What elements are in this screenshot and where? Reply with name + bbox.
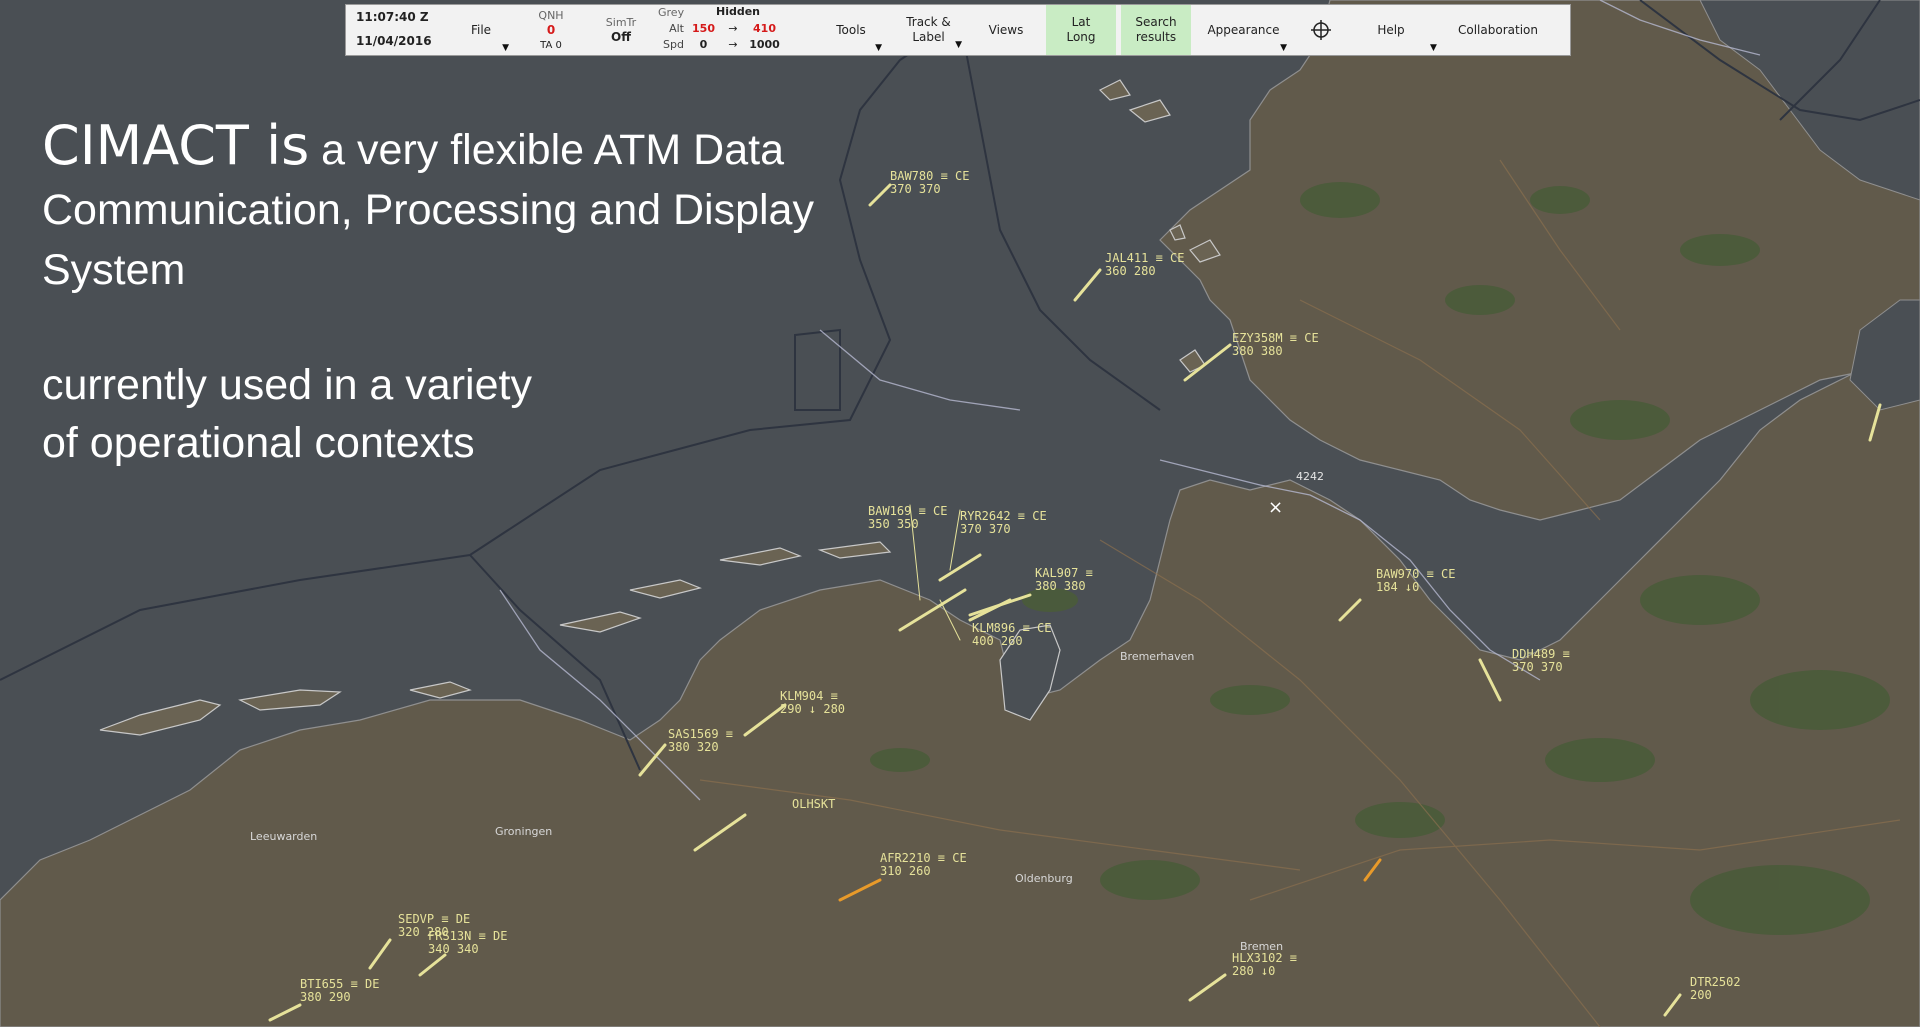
date-readout: 11/04/2016	[356, 34, 432, 48]
navaid-4242: 4242	[1296, 470, 1324, 483]
track-label-klm904: KLM904 ≡ 290 ↓ 280	[780, 689, 845, 716]
qnh-value: 0	[546, 22, 556, 37]
hidden-label: Hidden	[716, 5, 761, 18]
headline-line-2: Communication, Processing and Display	[42, 186, 814, 234]
alt-min[interactable]: 150	[688, 22, 720, 35]
cursor-cross-icon: ×	[1268, 497, 1283, 518]
track-label-kal907: KAL907 ≡ 380 380	[1035, 566, 1093, 593]
track-label-menu[interactable]: Track & Label ▼	[891, 5, 966, 55]
place-bremerhaven: Bremerhaven	[1120, 650, 1194, 663]
simtr-value: Off	[611, 30, 631, 44]
latlong-button[interactable]: Lat Long	[1046, 5, 1116, 55]
alt-label: Alt	[669, 22, 684, 35]
chevron-down-icon: ▼	[502, 43, 509, 53]
place-oldenburg: Oldenburg	[1015, 872, 1073, 885]
ta-value: TA 0	[540, 39, 562, 51]
chevron-down-icon: ▼	[1430, 43, 1437, 53]
appearance-menu[interactable]: Appearance ▼	[1196, 5, 1291, 55]
place-leeuwarden: Leeuwarden	[250, 830, 317, 843]
chevron-down-icon: ▼	[1280, 43, 1287, 53]
chevron-down-icon: ▼	[875, 43, 882, 53]
views-button[interactable]: Views	[976, 5, 1036, 55]
time-readout: 11:07:40 Z	[356, 10, 429, 24]
file-menu-label: File	[470, 23, 492, 37]
spd-max[interactable]: 1000	[747, 38, 783, 51]
headline-line-3: System	[42, 246, 186, 294]
main-toolbar: 11:07:40 Z 11/04/2016 File ▼ QNH 0 TA 0 …	[345, 4, 1571, 56]
headline-product: CIMACT is	[42, 114, 310, 177]
spd-min[interactable]: 0	[688, 38, 720, 51]
clock-display: 11:07:40 Z 11/04/2016	[356, 5, 446, 55]
subtext-line-1: currently used in a variety	[42, 361, 532, 409]
spd-label: Spd	[663, 38, 684, 51]
tools-menu[interactable]: Tools ▼	[816, 5, 886, 55]
simtr-control[interactable]: SimTr Off	[591, 5, 651, 55]
subtext: currently used in a variety of operation…	[42, 356, 842, 472]
help-button[interactable]: Help	[1361, 5, 1421, 55]
crosshair-button[interactable]	[1296, 5, 1346, 55]
chevron-down-icon: ▼	[955, 40, 962, 50]
place-groningen: Groningen	[495, 825, 552, 838]
crosshair-icon	[1311, 20, 1331, 40]
qnh-control[interactable]: QNH 0 TA 0	[521, 5, 581, 55]
search-results-button[interactable]: Search results	[1121, 5, 1191, 55]
collaboration-menu[interactable]: Collaboration ▼	[1426, 5, 1570, 55]
track-label-ddh489: DDH489 ≡ 370 370	[1512, 647, 1570, 674]
place-bremen: Bremen	[1240, 940, 1283, 953]
subtext-line-2: of operational contexts	[42, 419, 475, 467]
file-menu[interactable]: File ▼	[451, 5, 511, 55]
grey-label: Grey	[658, 6, 685, 19]
altitude-speed-filter[interactable]: Grey Hidden Alt 150 → 410 Spd 0 → 1000	[656, 5, 796, 55]
headline-rest: a very flexible ATM Data	[309, 126, 784, 174]
headline-text: CIMACT is a very flexible ATM Data Commu…	[42, 116, 942, 300]
alt-max[interactable]: 410	[747, 22, 783, 35]
track-label-olhskt: OLHSKT	[792, 797, 835, 811]
